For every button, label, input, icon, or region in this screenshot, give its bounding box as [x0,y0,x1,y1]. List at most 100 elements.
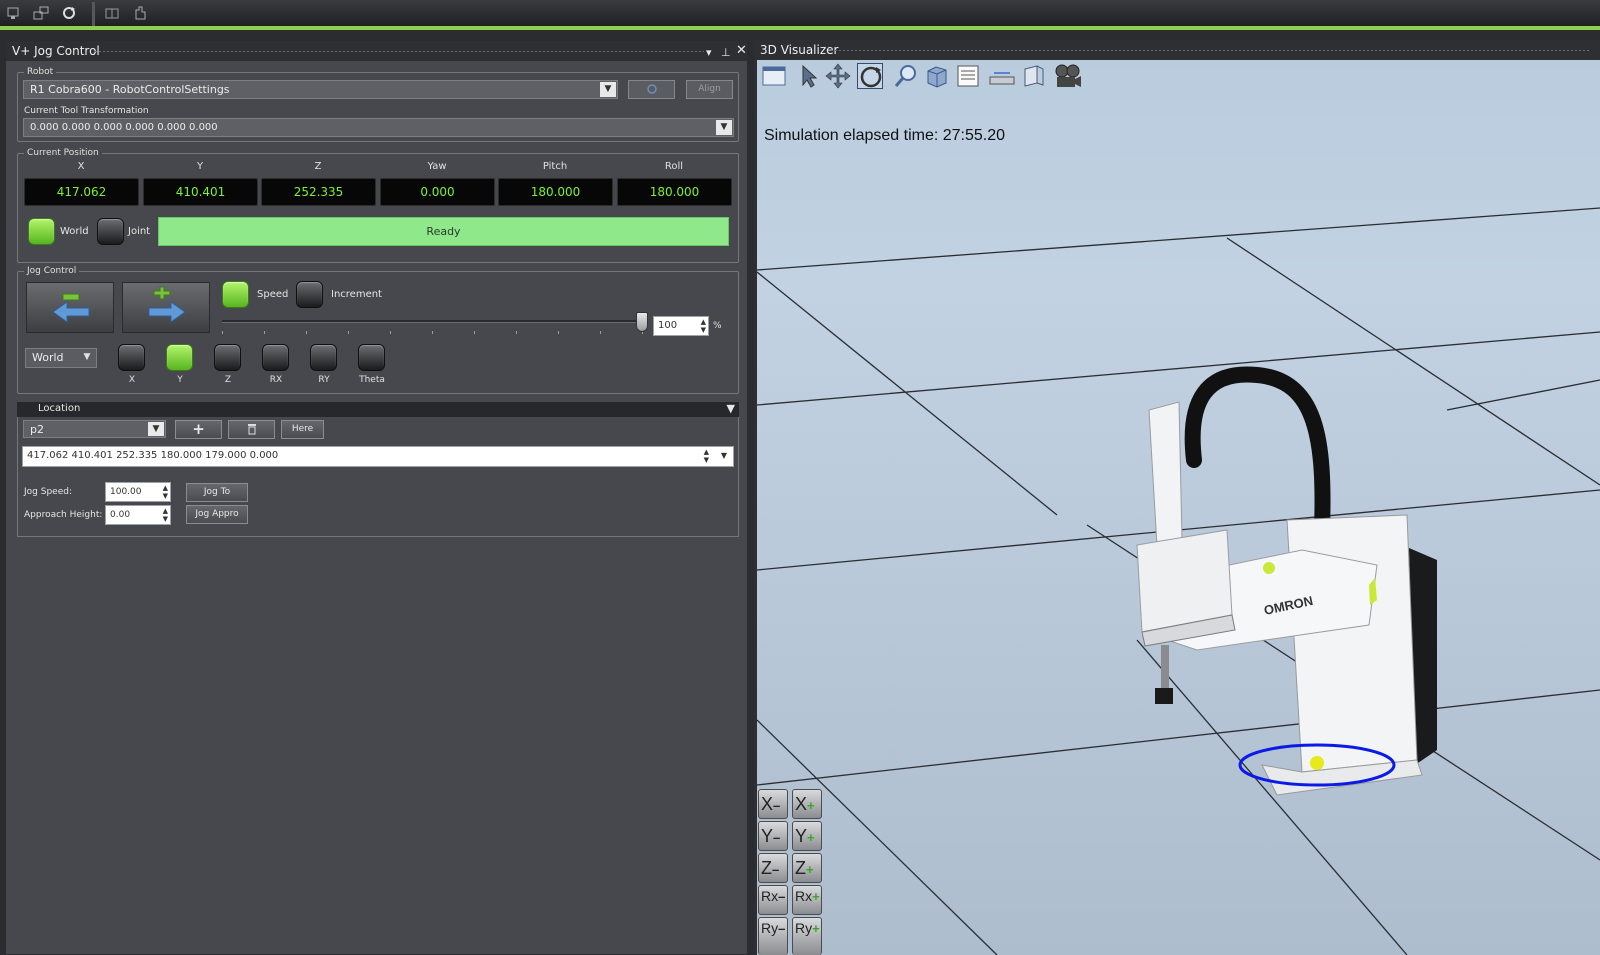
workspace-icon[interactable] [3,4,25,24]
jog-appro-button[interactable]: Jog Appro [186,505,248,524]
tool-transform-label: Current Tool Transformation [24,106,149,116]
scara-robot-model: OMRON [1136,366,1437,796]
approach-height-input[interactable]: 0.00 ▲ ▼ [105,505,171,525]
connect-button[interactable] [628,80,675,99]
location-value-input[interactable]: 417.062 410.401 252.335 180.000 179.000 … [22,446,734,467]
3d-viewport[interactable]: OMRON [757,60,1600,955]
speed-percent-input[interactable]: 100 ▲ ▼ [653,316,709,336]
window-icon[interactable] [761,63,787,89]
location-select[interactable]: p2 ▼ [23,420,166,438]
spinner-arrows-icon[interactable]: ▲ ▼ [704,448,709,464]
axis-x-toggle[interactable] [118,344,145,371]
spinner-arrows-icon[interactable]: ▲ ▼ [163,507,168,523]
jog-frame-value: World [32,351,64,364]
jog-x-plus-button[interactable]: X+ [792,789,822,819]
axis-letter: X [795,794,808,814]
jog-plus-button[interactable] [122,282,210,333]
coord-value-pitch: 180.000 [498,178,613,206]
jog-x-minus-button[interactable]: X– [758,789,788,819]
speed-slider-track[interactable] [222,320,642,323]
zoom-magnifier-icon[interactable] [893,63,919,89]
jog-to-button[interactable]: Jog To [186,483,248,502]
cube-view-icon[interactable] [924,63,950,89]
jog-rx-minus-button[interactable]: Rx– [758,885,788,915]
jog-z-minus-button[interactable]: Z– [758,853,788,883]
jog-rx-plus-button[interactable]: Rx+ [792,885,822,915]
spinner-arrows-icon[interactable]: ▲ ▼ [163,484,168,500]
clip-plane-icon[interactable] [1021,63,1047,89]
robot-select[interactable]: R1 Cobra600 - RobotControlSettings ▼ [23,80,618,99]
tool-transform-select[interactable]: 0.000 0.000 0.000 0.000 0.000 0.000 ▼ [23,118,734,137]
jog-panel-title: V+ Jog Control [12,44,100,58]
visualizer-titlebar: 3D Visualizer [754,40,1600,60]
jog-minus-button[interactable] [26,282,114,333]
here-button[interactable]: Here [281,420,324,439]
approach-height-label: Approach Height: [24,510,103,520]
jog-control-legend: Jog Control [24,265,80,277]
list-view-icon[interactable] [955,63,981,89]
tool-transform-value: 0.000 0.000 0.000 0.000 0.000 0.000 [30,122,218,133]
speed-mode-label: Speed [257,289,289,300]
slider-tick [432,331,433,334]
axis-letter: Y [795,826,808,846]
jog-ry-plus-button[interactable]: Ry+ [792,917,822,955]
refresh-icon[interactable] [58,4,80,24]
minus-icon: – [773,830,781,845]
panel-menu-chevron-icon[interactable]: ▾ [706,43,712,63]
axis-ry-toggle[interactable] [310,344,337,371]
rotate-view-icon[interactable] [857,63,883,89]
axis-z-toggle[interactable] [214,344,241,371]
chevron-down-icon[interactable]: ▼ [721,447,727,465]
axis-letter: Z [795,858,806,878]
axis-letter: Ry [795,920,813,936]
pan-arrows-icon[interactable] [825,63,851,89]
speed-slider-thumb[interactable] [636,312,648,332]
jog-ry-minus-button[interactable]: Ry– [758,917,788,955]
measure-ruler-icon[interactable] [988,63,1015,89]
current-position-legend: Current Position [24,147,102,159]
collapse-chevron-icon[interactable]: ▼ [727,402,735,415]
chevron-down-icon: ▼ [148,422,164,436]
arrow-left-icon [52,293,90,323]
network-icon[interactable] [30,4,52,24]
jog-speed-label: Jog Speed: [24,487,72,497]
jog-speed-value: 100.00 [110,487,142,497]
add-location-button[interactable]: + [175,420,222,439]
plus-icon: + [192,420,205,438]
plus-icon: + [812,889,820,904]
close-icon[interactable]: ✕ [736,41,747,61]
axis-y-label: Y [177,375,183,385]
joint-mode-label: Joint [128,226,151,237]
grid-icon[interactable] [101,4,123,24]
video-record-icon[interactable] [1053,63,1083,89]
title-grip [94,50,704,53]
slider-tick [474,331,475,334]
hand-icon[interactable] [129,4,151,24]
speed-mode-toggle[interactable] [222,281,249,308]
jog-y-minus-button[interactable]: Y– [758,821,788,851]
app-window: V+ Jog Control ▾ ⊥ ✕ Robot R1 Cobra600 -… [0,0,1600,955]
jog-frame-select[interactable]: World ▼ [25,348,97,368]
visualizer-title: 3D Visualizer [760,43,839,57]
slider-tick [516,331,517,334]
axis-y-toggle[interactable] [166,344,193,371]
pin-icon[interactable]: ⊥ [721,43,731,63]
robot-group-legend: Robot [24,66,57,78]
world-mode-toggle[interactable] [28,218,55,245]
delete-location-button[interactable] [228,420,275,439]
increment-mode-toggle[interactable] [296,281,323,308]
speed-percent-value: 100 [658,320,678,331]
spinner-arrows-icon[interactable]: ▲ ▼ [701,318,706,334]
location-header[interactable]: Location ▼ [17,402,739,417]
axis-theta-toggle[interactable] [358,344,385,371]
coord-value-x: 417.062 [24,178,139,206]
jog-speed-input[interactable]: 100.00 ▲ ▼ [105,482,171,502]
jog-panel-titlebar: V+ Jog Control ▾ ⊥ ✕ [6,41,747,61]
align-button[interactable]: Align [686,80,733,99]
axis-rx-toggle[interactable] [262,344,289,371]
plus-icon: + [807,830,815,845]
jog-y-plus-button[interactable]: Y+ [792,821,822,851]
jog-z-plus-button[interactable]: Z+ [792,853,822,883]
select-arrow-icon[interactable] [795,63,821,89]
joint-mode-toggle[interactable] [97,218,124,245]
